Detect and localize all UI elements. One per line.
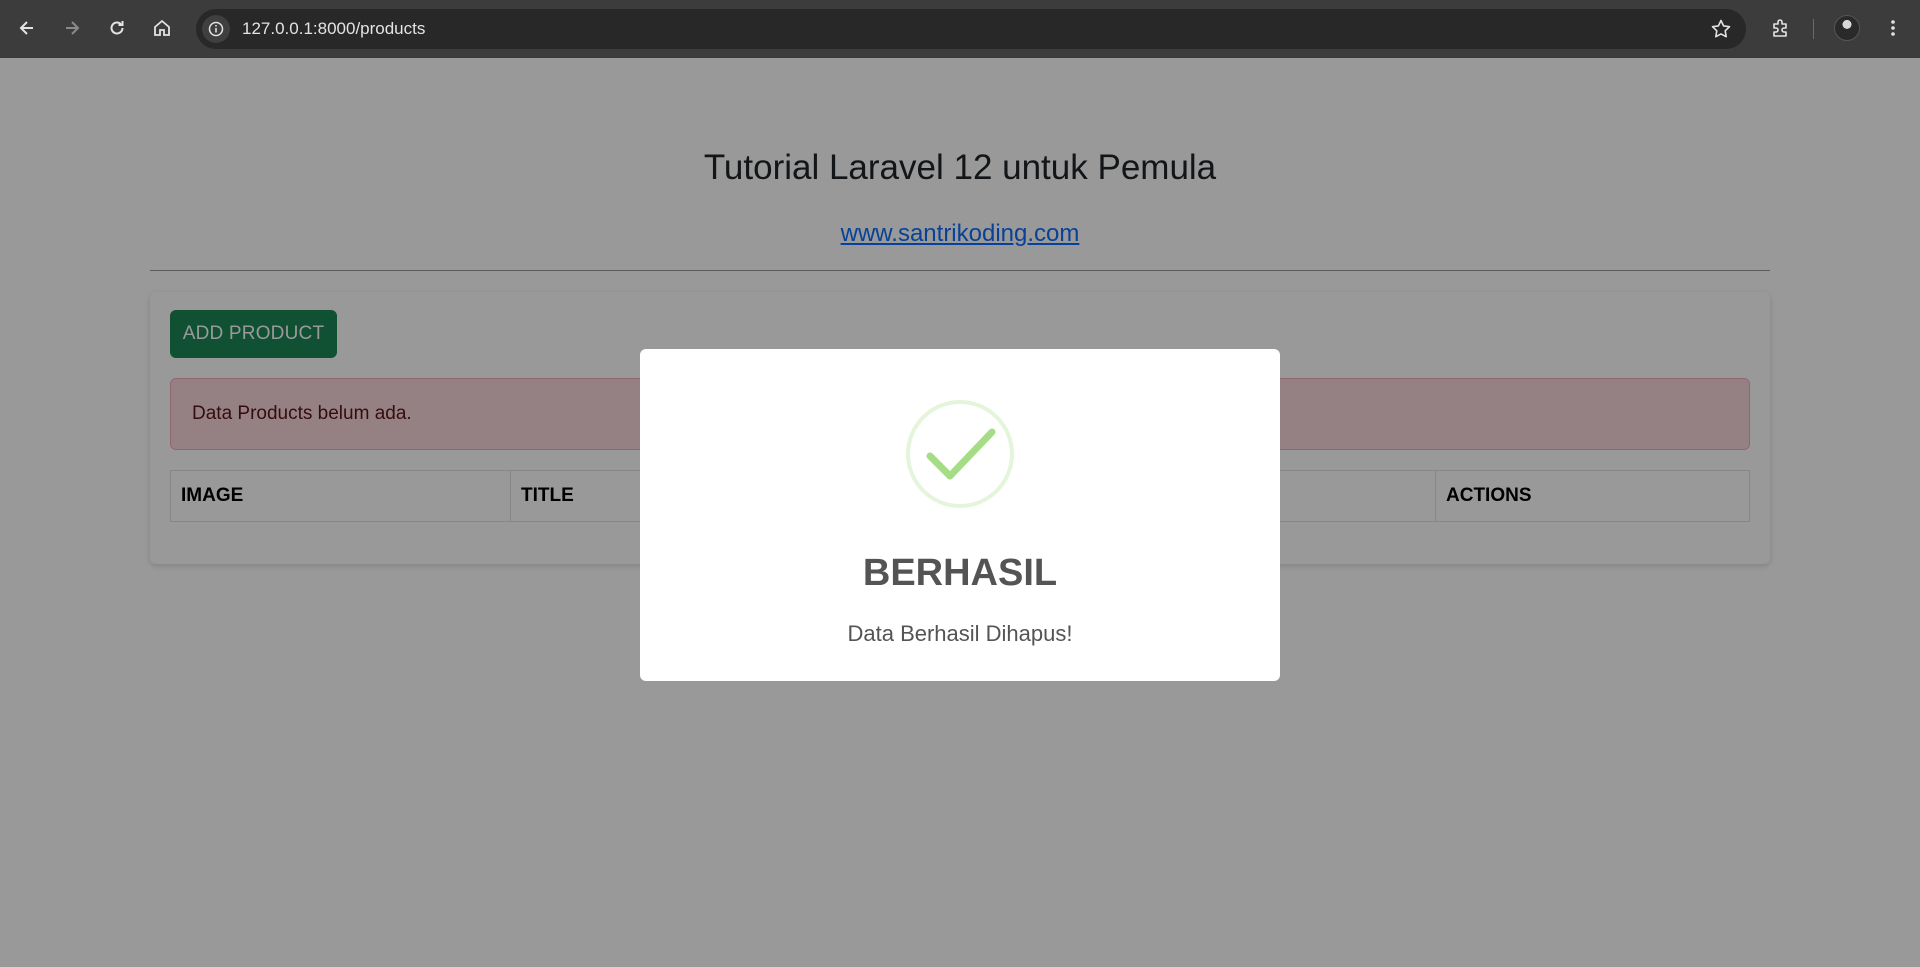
home-button[interactable] — [147, 13, 177, 43]
home-icon — [154, 19, 170, 36]
reload-button[interactable] — [102, 13, 132, 43]
success-modal: BERHASIL Data Berhasil Dihapus! — [640, 349, 1280, 681]
forward-button[interactable] — [57, 13, 87, 43]
address-bar[interactable]: 127.0.0.1:8000/products — [196, 9, 1746, 49]
url-text[interactable]: 127.0.0.1:8000/products — [242, 9, 425, 49]
success-check-icon — [906, 400, 1014, 508]
menu-button[interactable] — [1878, 13, 1908, 43]
reload-icon — [110, 21, 124, 35]
browser-toolbar: 127.0.0.1:8000/products — [0, 0, 1920, 58]
modal-message: Data Berhasil Dihapus! — [847, 621, 1073, 646]
modal-title: BERHASIL — [862, 552, 1058, 594]
bookmark-star-icon[interactable] — [1710, 18, 1732, 40]
puzzle-icon — [1773, 19, 1787, 37]
back-button[interactable] — [12, 13, 42, 43]
toolbar-separator — [1813, 19, 1814, 39]
extensions-button[interactable] — [1766, 13, 1796, 43]
profile-avatar[interactable] — [1834, 15, 1860, 41]
arrow-left-icon — [19, 21, 33, 35]
more-vertical-icon — [1891, 20, 1895, 36]
site-info-icon[interactable] — [202, 15, 230, 43]
arrow-right-icon — [66, 21, 80, 35]
